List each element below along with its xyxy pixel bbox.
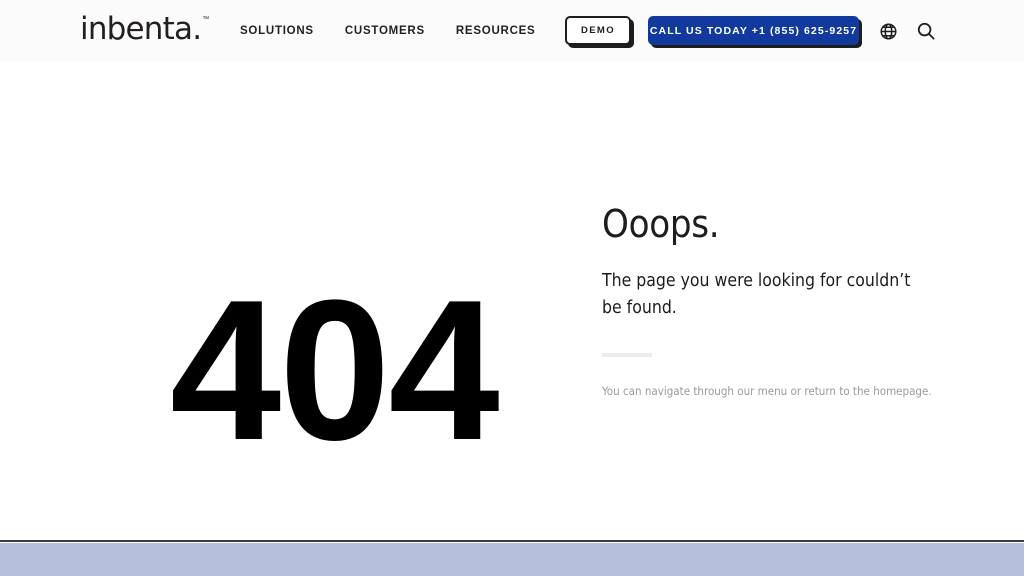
footer-rule (0, 540, 1024, 542)
logo-wordmark: inbenta. (80, 11, 202, 47)
page-title: Ooops. (602, 202, 720, 246)
main-navigation: SOLUTIONS CUSTOMERS RESOURCES (240, 0, 535, 61)
nav-item-solutions[interactable]: SOLUTIONS (240, 25, 314, 37)
error-hint: You can navigate through our menu or ret… (602, 384, 932, 399)
search-icon[interactable] (915, 20, 937, 42)
globe-icon[interactable] (877, 20, 899, 42)
call-us-button[interactable]: CALL US TODAY +1 (855) 625-9257 (648, 16, 859, 45)
error-description: The page you were looking for couldn’t b… (602, 270, 911, 318)
divider (602, 353, 652, 358)
error-message-block: Ooops. The page you were looking for cou… (602, 202, 932, 400)
site-logo[interactable]: inbenta. ™ (80, 14, 209, 45)
site-footer (0, 543, 1024, 576)
demo-button[interactable]: DEMO (565, 16, 631, 45)
nav-item-resources[interactable]: RESOURCES (456, 25, 536, 37)
error-page-main: 404 Ooops. The page you were looking for… (0, 61, 1024, 540)
site-header: inbenta. ™ SOLUTIONS CUSTOMERS RESOURCES… (0, 0, 1024, 61)
nav-item-customers[interactable]: CUSTOMERS (345, 25, 425, 37)
demo-button-label: DEMO (580, 25, 616, 36)
error-code: 404 (170, 259, 500, 482)
trademark-symbol: ™ (202, 16, 210, 23)
call-us-button-label: CALL US TODAY +1 (855) 625-9257 (649, 24, 858, 37)
